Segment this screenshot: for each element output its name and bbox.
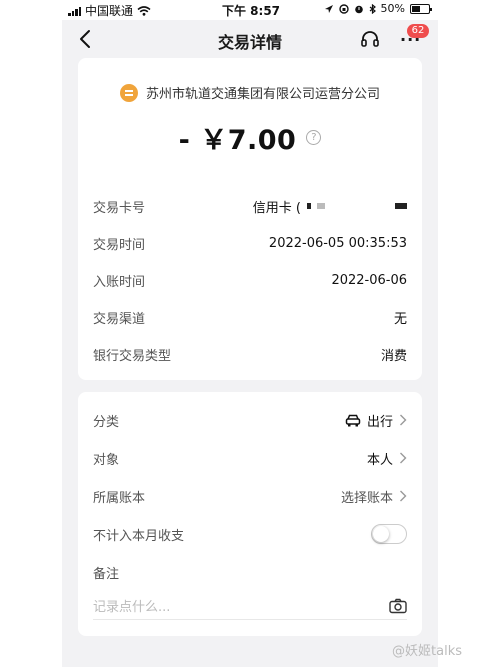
- detail-value: 信用卡 (: [253, 197, 407, 216]
- notification-badge: 62: [407, 24, 429, 38]
- detail-value: 2022-06-06: [331, 272, 407, 288]
- category-value: 出行: [366, 414, 393, 430]
- note-input[interactable]: 记录点什么...: [93, 592, 407, 620]
- battery-percent: 50%: [380, 2, 405, 15]
- watermark: @妖姬talks: [392, 640, 462, 659]
- detail-label: 交易卡号: [93, 200, 146, 216]
- account-book-value-group: 选择账本: [341, 487, 407, 506]
- nav-bar: 交易详情 ··· 62: [62, 20, 438, 58]
- merchant-logo-icon: [119, 83, 138, 102]
- battery-fill: [412, 5, 420, 12]
- note-row: 备注: [93, 560, 407, 584]
- alarm-icon: [354, 5, 363, 13]
- target-value: 本人: [366, 452, 393, 468]
- headset-icon[interactable]: [360, 29, 380, 49]
- exclude-row: 不计入本月收支: [93, 522, 407, 546]
- rotation-lock-icon: [338, 3, 349, 14]
- toggle-knob: [373, 526, 389, 542]
- detail-row-bank-type: 银行交易类型 消费: [93, 342, 407, 366]
- category-label: 分类: [93, 414, 120, 430]
- bluetooth-icon: [369, 3, 376, 14]
- account-book-row[interactable]: 所属账本 选择账本: [93, 484, 407, 508]
- camera-icon[interactable]: [389, 598, 407, 614]
- category-row[interactable]: 分类 出行: [93, 408, 407, 432]
- transaction-card: 苏州市轨道交通集团有限公司运营分公司 - ￥7.00 ? 交易卡号 信用卡 ( …: [78, 58, 422, 380]
- detail-row-channel: 交易渠道 无: [93, 305, 407, 329]
- wifi-icon: [137, 5, 151, 16]
- car-icon: [345, 414, 361, 427]
- card-type-text: 信用卡 (: [252, 200, 301, 216]
- phone-screen: 中国联通 下午 8:57 50% 交易详情 ··· 62 苏州市轨道交通集团有限…: [0, 0, 500, 667]
- exclude-label: 不计入本月收支: [93, 528, 185, 544]
- status-time: 下午 8:57: [222, 4, 281, 18]
- detail-value: 无: [393, 311, 407, 327]
- amount-row: - ￥7.00 ?: [78, 118, 422, 157]
- masked-digits: [395, 203, 407, 209]
- detail-value: 消费: [380, 348, 407, 364]
- chevron-right-icon: [400, 452, 407, 464]
- category-card: 分类 出行 对象 本人 所属账本 选择账本 不计入本月收支 备注 记录点什么..…: [78, 392, 422, 636]
- merchant-name: 苏州市轨道交通集团有限公司运营分公司: [145, 87, 380, 102]
- battery-icon: [410, 3, 432, 14]
- detail-row-card-number: 交易卡号 信用卡 (: [93, 194, 407, 218]
- target-label: 对象: [93, 452, 120, 468]
- target-value-group: 本人: [367, 449, 407, 468]
- masked-digits: [317, 203, 325, 209]
- exclude-toggle[interactable]: [371, 524, 407, 544]
- detail-label: 交易时间: [93, 237, 146, 253]
- signal-icon: [68, 6, 81, 16]
- help-icon[interactable]: ?: [306, 130, 322, 145]
- chevron-right-icon: [400, 414, 407, 426]
- account-book-label: 所属账本: [93, 490, 146, 506]
- detail-row-time: 交易时间 2022-06-05 00:35:53: [93, 231, 407, 255]
- category-value-group: 出行: [345, 411, 407, 430]
- detail-row-posting-date: 入账时间 2022-06-06: [93, 268, 407, 292]
- status-bar: 中国联通 下午 8:57 50%: [62, 0, 438, 20]
- account-book-value: 选择账本: [340, 490, 393, 506]
- transaction-amount: - ￥7.00: [178, 125, 297, 156]
- chevron-right-icon: [400, 490, 407, 502]
- detail-label: 银行交易类型: [93, 348, 172, 364]
- merchant-row: 苏州市轨道交通集团有限公司运营分公司: [78, 83, 422, 102]
- detail-label: 入账时间: [93, 274, 146, 290]
- status-indicators: 50%: [324, 2, 432, 15]
- note-label: 备注: [93, 566, 120, 582]
- detail-value: 2022-06-05 00:35:53: [268, 235, 407, 251]
- masked-digits: [307, 203, 311, 209]
- detail-label: 交易渠道: [93, 311, 146, 327]
- watermark-text: @妖姬talks: [392, 644, 462, 659]
- page-title: 交易详情: [217, 33, 282, 52]
- carrier-name: 中国联通: [85, 4, 134, 18]
- target-row[interactable]: 对象 本人: [93, 446, 407, 470]
- carrier-group: 中国联通: [68, 2, 151, 19]
- location-icon: [324, 4, 333, 13]
- note-placeholder: 记录点什么...: [93, 600, 171, 615]
